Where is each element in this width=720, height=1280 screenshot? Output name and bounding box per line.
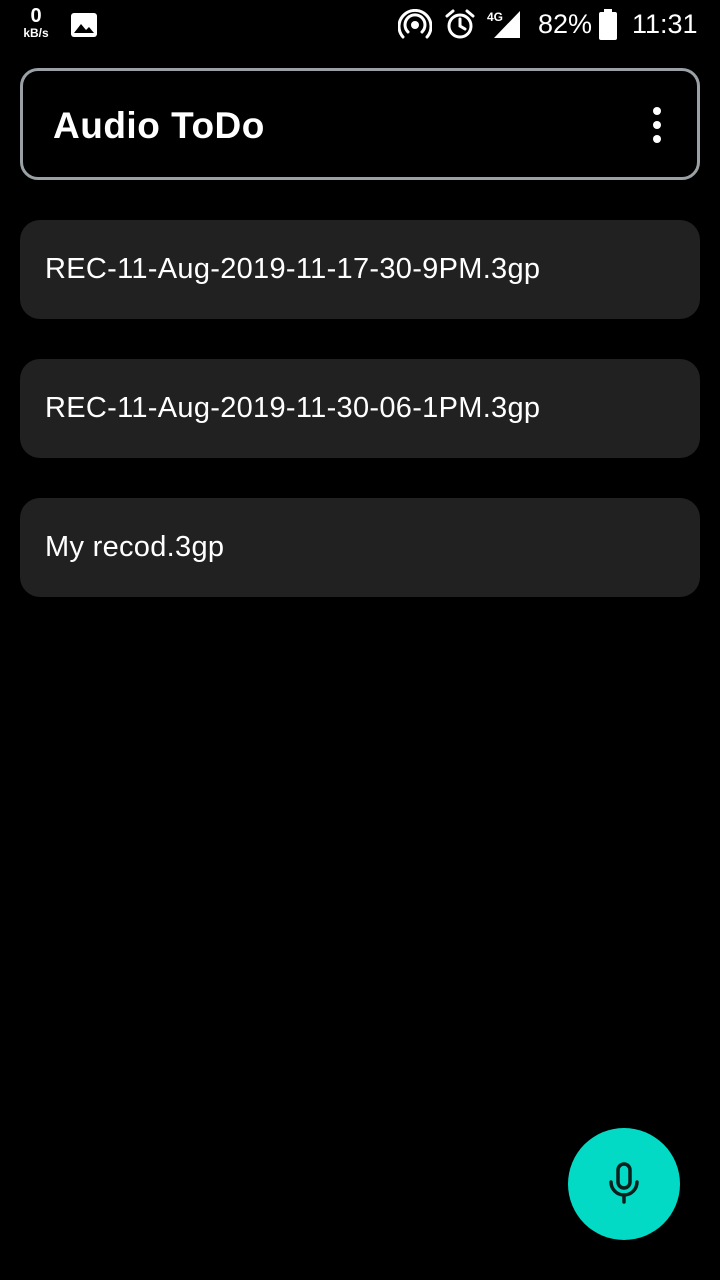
network-speed-value: 0 <box>30 5 42 27</box>
more-vert-icon <box>653 107 661 115</box>
status-clock: 11:31 <box>632 9 698 39</box>
signal-icon <box>494 11 520 38</box>
more-vert-icon-dot <box>653 121 661 129</box>
network-speed-unit: kB/s <box>23 26 49 40</box>
gallery-icon <box>71 13 97 37</box>
recording-item[interactable]: REC-11-Aug-2019-11-17-30-9PM.3gp <box>20 220 700 319</box>
record-button[interactable] <box>568 1128 680 1240</box>
alarm-icon <box>445 9 475 39</box>
more-options-button[interactable] <box>635 95 679 155</box>
recording-item[interactable]: My recod.3gp <box>20 498 700 597</box>
battery-icon <box>599 9 617 40</box>
status-bar: 0 kB/s 4G 82% 11:31 <box>0 0 720 50</box>
battery-percent: 82% <box>538 9 593 39</box>
recording-item[interactable]: REC-11-Aug-2019-11-30-06-1PM.3gp <box>20 359 700 458</box>
recording-name: My recod.3gp <box>45 531 225 563</box>
hotspot-icon <box>398 9 432 39</box>
recording-name: REC-11-Aug-2019-11-17-30-9PM.3gp <box>45 253 541 285</box>
recordings-list: REC-11-Aug-2019-11-17-30-9PM.3gp REC-11-… <box>20 220 700 637</box>
app-bar: Audio ToDo <box>20 68 700 180</box>
microphone-icon <box>609 1162 639 1204</box>
recording-name: REC-11-Aug-2019-11-30-06-1PM.3gp <box>45 392 541 424</box>
network-speed-indicator: 0 kB/s <box>18 6 54 39</box>
more-vert-icon-dot <box>653 135 661 143</box>
app-title: Audio ToDo <box>53 105 265 146</box>
